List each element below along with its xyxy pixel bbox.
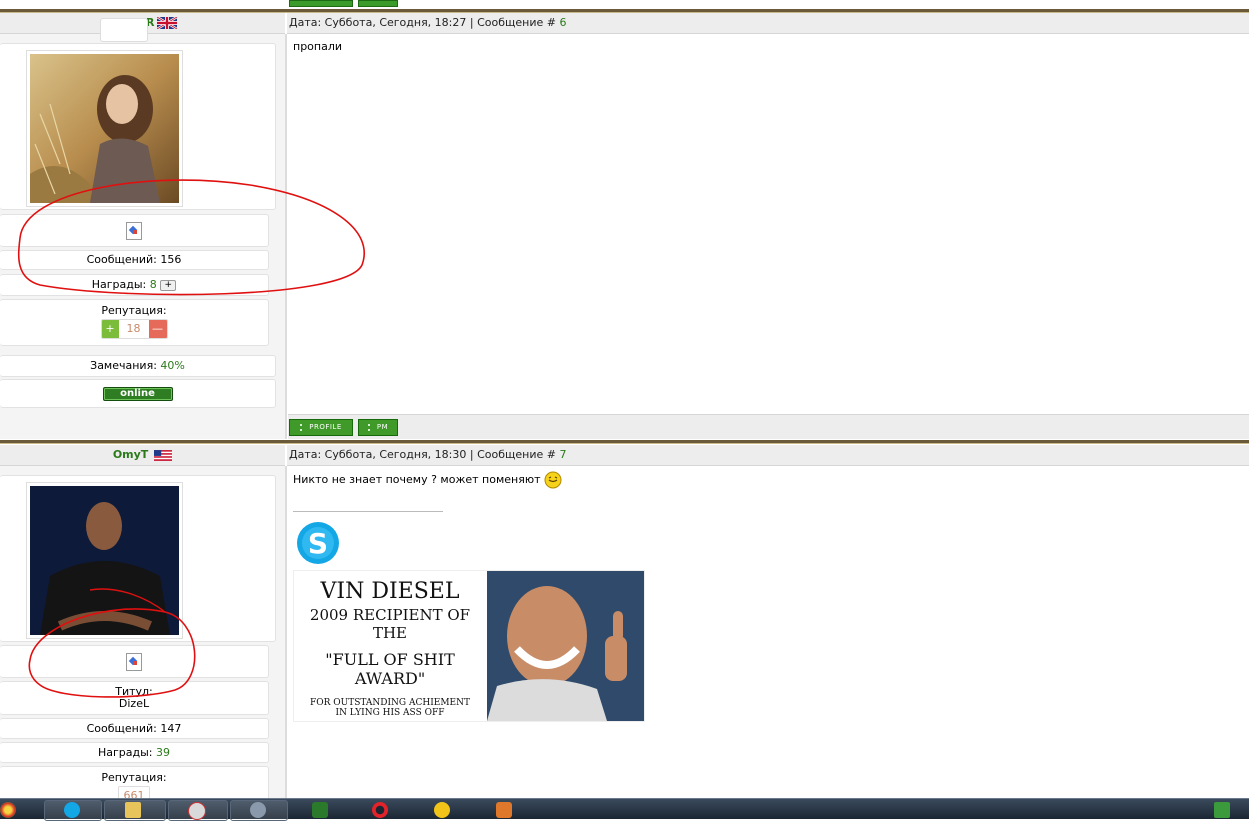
top-strip xyxy=(0,0,1249,7)
rss-app-icon[interactable] xyxy=(496,802,512,818)
warnings-value[interactable]: 40% xyxy=(160,359,184,372)
user-info-panel: Титул: DizeL Сообщений: 147 Награды: 39 … xyxy=(0,466,287,808)
user-badge-box xyxy=(0,214,269,247)
signature-line: IN LYING HIS ASS OFF xyxy=(335,708,445,718)
warnings-row: Замечания: 40% xyxy=(0,355,276,377)
chrome-icon[interactable] xyxy=(0,802,16,818)
post-text-line: Никто не знает почему ? может поменяют xyxy=(288,466,1249,494)
avatar-frame xyxy=(26,482,183,639)
awards-value[interactable]: 8 xyxy=(150,278,157,291)
forum-post: FoSTER Дата: Суббота, Сегодня, 18:27 | С… xyxy=(0,13,1249,439)
left-footer-spacer xyxy=(0,414,287,439)
avatar[interactable] xyxy=(30,54,179,203)
checkmark-app-icon[interactable] xyxy=(312,802,328,818)
signature-image: VIN DIESEL 2009 RECIPIENT OF THE "FULL O… xyxy=(293,570,645,722)
avatar-box xyxy=(0,475,276,642)
messages-label: Сообщений: xyxy=(86,253,161,266)
smiley-icon xyxy=(544,471,562,489)
messages-label: Сообщений: xyxy=(86,722,161,735)
pm-button[interactable]: PM xyxy=(358,419,398,436)
blocked-app-icon xyxy=(188,802,206,820)
us-flag-icon xyxy=(154,449,173,461)
post-meta-header: Дата: Суббота, Сегодня, 18:27 | Сообщени… xyxy=(287,13,1249,34)
post-actions-bar: PROFILE PM xyxy=(288,414,1249,439)
meta-separator: | xyxy=(466,448,478,461)
prev-pm-button[interactable] xyxy=(358,0,398,7)
messages-count: Сообщений: 147 xyxy=(0,718,269,739)
awards-label: Награды: xyxy=(91,278,150,291)
forum-post: OmyT Дата: Суббота, Сегодня, 18:30 | Соо… xyxy=(0,445,1249,808)
signature-line: VIN DIESEL xyxy=(320,579,460,604)
reputation-minus-button[interactable]: — xyxy=(148,320,167,338)
post-number-link[interactable]: 7 xyxy=(559,448,566,461)
reputation-widget: + 18 — xyxy=(100,319,168,339)
title-value: DizeL xyxy=(118,697,150,710)
skype-icon[interactable]: S xyxy=(295,520,341,566)
post-number-label: Сообщение # xyxy=(477,16,560,29)
post-number-label: Сообщение # xyxy=(477,448,560,461)
messages-value: 147 xyxy=(160,722,182,735)
post-body: пропали xyxy=(288,34,1249,414)
post-number-link[interactable]: 6 xyxy=(559,16,566,29)
icq-icon[interactable] xyxy=(434,802,450,818)
avatar-box xyxy=(0,43,276,210)
avatar-frame xyxy=(26,50,183,207)
meta-separator: | xyxy=(466,16,478,29)
signature-divider xyxy=(293,511,443,512)
post-text: пропали xyxy=(293,40,343,53)
signature-line: 2009 RECIPIENT OF THE xyxy=(309,606,471,642)
messages-count: Сообщений: 156 xyxy=(0,250,269,270)
online-status-badge: online xyxy=(102,387,173,401)
signature-text-block: VIN DIESEL 2009 RECIPIENT OF THE "FULL O… xyxy=(294,571,486,721)
post-separator xyxy=(0,440,1249,444)
taskbar xyxy=(0,798,1249,821)
post-body: Никто не знает почему ? может поменяют S… xyxy=(288,466,1249,798)
status-row: online xyxy=(0,379,276,408)
awards-row: Награды: 8 + xyxy=(0,274,269,296)
post-date: Дата: Суббота, Сегодня, 18:30 xyxy=(289,448,467,461)
user-info-panel: Сообщений: 156 Награды: 8 + Репутация: +… xyxy=(0,18,287,414)
broken-image-icon xyxy=(126,222,142,240)
svg-text:S: S xyxy=(308,527,328,560)
reputation-box: Репутация: + 18 — xyxy=(0,299,269,346)
tray-icon[interactable] xyxy=(1214,802,1230,818)
signature-line: FOR OUTSTANDING ACHIEMENT xyxy=(310,698,470,708)
awards-expand-button[interactable]: + xyxy=(160,279,177,291)
signature-photo xyxy=(487,571,644,721)
uk-flag-icon xyxy=(156,17,177,29)
signature-line: "FULL OF SHIT AWARD" xyxy=(325,650,455,688)
reputation-label: Репутация: xyxy=(101,304,167,317)
media-icon xyxy=(250,802,266,818)
skype-icon xyxy=(64,802,80,818)
post-meta-header: Дата: Суббота, Сегодня, 18:30 | Сообщени… xyxy=(287,445,1249,466)
post-date: Дата: Суббота, Сегодня, 18:27 xyxy=(289,16,467,29)
username-link[interactable]: OmyT xyxy=(113,448,149,461)
folder-icon xyxy=(125,802,141,818)
awards-label: Награды: xyxy=(97,746,156,759)
profile-button[interactable]: PROFILE xyxy=(289,419,353,436)
avatar[interactable] xyxy=(30,486,179,635)
awards-row: Награды: 39 xyxy=(0,742,269,763)
reputation-value: 18 xyxy=(118,320,149,338)
title-box: Титул: DizeL xyxy=(0,681,269,715)
reputation-plus-button[interactable]: + xyxy=(101,320,119,338)
post-author-header: OmyT xyxy=(0,445,285,466)
broken-image-icon xyxy=(126,653,142,671)
warnings-label: Замечания: xyxy=(90,359,161,372)
reputation-label: Репутация: xyxy=(101,771,167,784)
flag-tooltip-box xyxy=(100,18,148,42)
awards-value[interactable]: 39 xyxy=(156,746,170,759)
prev-profile-button[interactable] xyxy=(289,0,353,7)
user-badge-box xyxy=(0,645,269,678)
messages-value: 156 xyxy=(160,253,182,266)
opera-icon[interactable] xyxy=(372,802,388,818)
post-text: Никто не знает почему ? может поменяют xyxy=(293,473,541,486)
